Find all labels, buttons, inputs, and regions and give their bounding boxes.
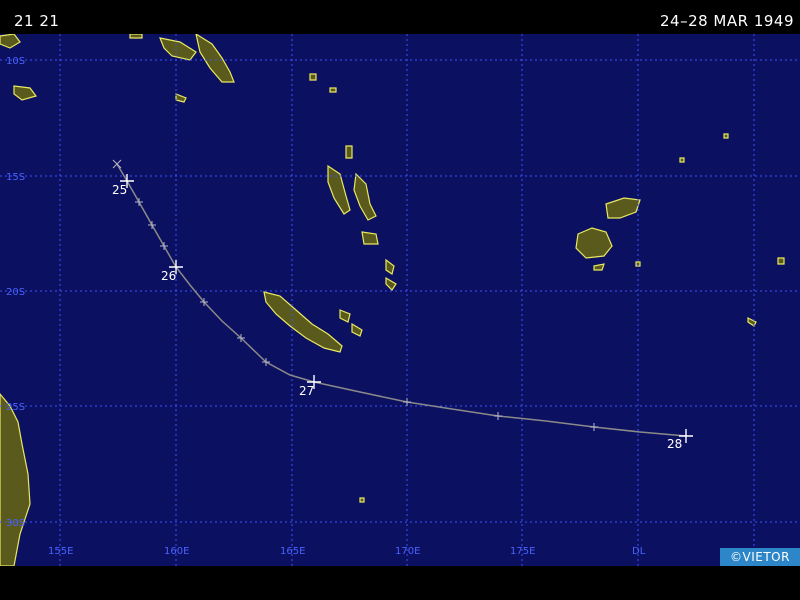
land-masses [0,32,785,567]
lon-label-155e: 155E [48,546,73,557]
land-island-topleft2 [13,85,38,101]
land-loyalty-2 [351,322,363,337]
land-vanuatu-6 [385,276,397,291]
lon-label-170e: 170E [395,546,420,557]
lat-label-15s: 15S [6,172,25,183]
grid [0,34,800,566]
day-label-25: 25 [112,183,127,197]
header-bar: 21 21 24–28 MAR 1949 [0,0,800,34]
land-vanuatu-1 [327,164,351,215]
land-dot-2 [329,87,337,93]
land-dot-4 [679,157,685,163]
land-australia [0,393,31,567]
day-label-26: 26 [161,269,176,283]
land-dot-5 [777,257,785,265]
land-island-topleft [0,33,21,49]
land-vanuatu-5 [385,258,395,275]
credit-badge: ©VIETOR [720,548,800,566]
land-solomon-2 [195,32,235,83]
footer-bar [0,566,800,600]
land-solomon-1 [159,37,197,61]
land-solomon-4 [175,93,187,103]
lon-label-175e: 175E [510,546,535,557]
land-dot-1 [309,73,317,81]
land-fiji-small [593,263,605,271]
map-canvas: 10S 15S 20S 25S 30S 155E 160E 165E 170E … [0,32,800,567]
lat-label-25s: 25S [6,402,25,413]
land-vanuatu-3 [361,231,379,245]
day-label-28: 28 [667,437,682,451]
lon-label-dl: DL [632,546,646,557]
storm-track-map[interactable]: 10S 15S 20S 25S 30S 155E 160E 165E 170E … [0,32,800,567]
lat-label-10s: 10S [6,56,25,67]
land-dot-8 [359,497,365,503]
lon-label-165e: 165E [280,546,305,557]
land-fiji-vanua-levu [605,197,641,219]
lat-label-30s: 30S [6,518,25,529]
land-vanuatu-2 [353,172,377,221]
land-loyalty-1 [339,309,351,323]
land-dot-6 [747,317,757,327]
lon-label-160e: 160E [164,546,189,557]
track-line [116,163,687,437]
longitude-labels: 155E 160E 165E 170E 175E DL [48,546,646,557]
storm-id: 21 21 [14,12,60,30]
date-range: 24–28 MAR 1949 [659,12,794,30]
day-label-27: 27 [299,384,314,398]
land-new-caledonia [263,291,343,353]
land-fiji-viti-levu [575,227,613,259]
lat-label-20s: 20S [6,287,25,298]
land-vanuatu-4 [345,145,353,159]
land-solomon-3 [129,33,143,39]
land-dot-3 [723,133,729,139]
